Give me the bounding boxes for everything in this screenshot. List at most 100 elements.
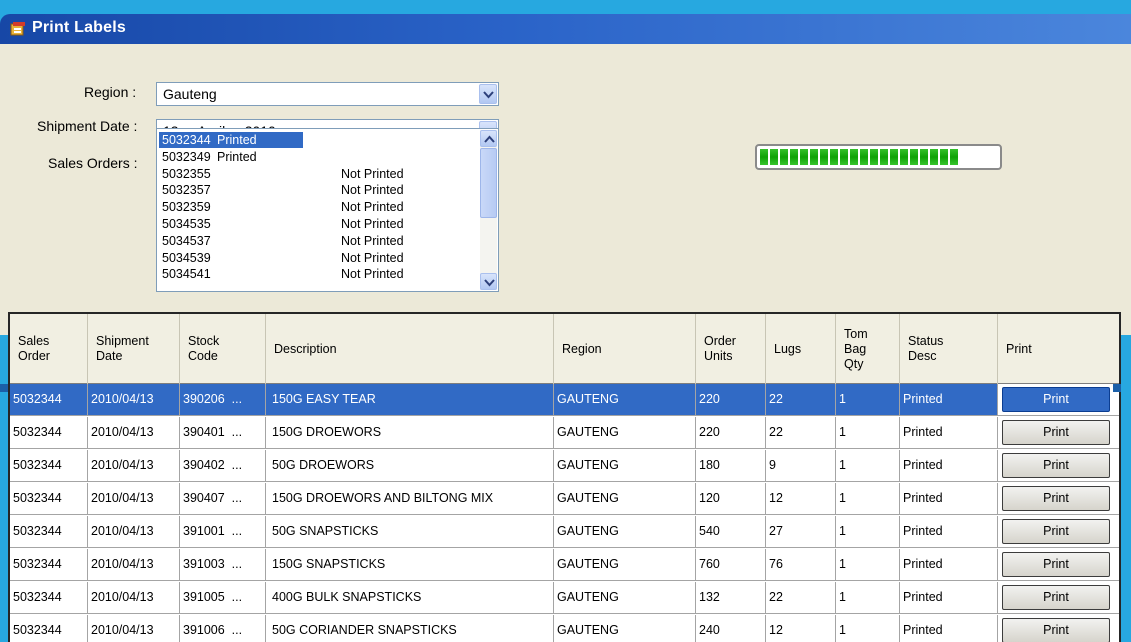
cell-status-desc: Printed bbox=[900, 615, 998, 642]
cell-tom-bag-qty: 1 bbox=[836, 417, 900, 448]
cell-order-units: 220 bbox=[696, 417, 766, 448]
cell-lugs: 76 bbox=[766, 549, 836, 580]
cell-order-units: 120 bbox=[696, 483, 766, 514]
cell-shipment-date: 2010/04/13 bbox=[88, 549, 180, 580]
sales-order-list-item[interactable]: 5032344 Printed bbox=[159, 132, 303, 148]
cell-stock-code: 391006 ... bbox=[180, 615, 266, 642]
cell-stock-code: 390407 ... bbox=[180, 483, 266, 514]
splitter-marker-left bbox=[0, 384, 8, 392]
cell-tom-bag-qty: 1 bbox=[836, 549, 900, 580]
grid-header: Sales Order Shipment Date Stock Code Descri… bbox=[10, 314, 1119, 384]
sales-order-list-item[interactable]: 5034537 Not Printed bbox=[159, 233, 474, 249]
cell-sales-order: 5032344 bbox=[10, 549, 88, 580]
column-header-sales-order[interactable]: Sales Order bbox=[10, 314, 88, 384]
cell-tom-bag-qty: 1 bbox=[836, 582, 900, 613]
region-select[interactable]: Gauteng bbox=[156, 82, 499, 106]
cell-print: Print bbox=[998, 516, 1119, 547]
cell-status-desc: Printed bbox=[900, 549, 998, 580]
cell-description: 150G DROEWORS AND BILTONG MIX bbox=[266, 483, 554, 514]
table-row[interactable]: 5032344 2010/04/13 390401 ... 150G DROEWORS… bbox=[10, 417, 1119, 449]
cell-order-units: 760 bbox=[696, 549, 766, 580]
cell-lugs: 22 bbox=[766, 384, 836, 415]
window-title: Print Labels bbox=[32, 19, 126, 36]
cell-status-desc: Printed bbox=[900, 384, 998, 415]
sales-order-status: Not Printed bbox=[341, 166, 404, 181]
progress-segment bbox=[830, 149, 838, 165]
table-row[interactable]: 5032344 2010/04/13 391005 ... 400G BULK SNA… bbox=[10, 582, 1119, 614]
cell-lugs: 22 bbox=[766, 417, 836, 448]
cell-region: GAUTENG bbox=[554, 384, 696, 415]
table-row[interactable]: 5032344 2010/04/13 390407 ... 150G DROEWORS… bbox=[10, 483, 1119, 515]
cell-print: Print bbox=[998, 450, 1119, 481]
region-dropdown-button[interactable] bbox=[479, 84, 497, 104]
cell-status-desc: Printed bbox=[900, 516, 998, 547]
print-button[interactable]: Print bbox=[1002, 387, 1110, 412]
scroll-up-button[interactable] bbox=[480, 130, 497, 147]
cell-shipment-date: 2010/04/13 bbox=[88, 483, 180, 514]
cell-stock-code: 391005 ... bbox=[180, 582, 266, 613]
sales-order-list-item[interactable]: 5032359 Not Printed bbox=[159, 199, 474, 215]
cell-stock-code: 390401 ... bbox=[180, 417, 266, 448]
cell-region: GAUTENG bbox=[554, 516, 696, 547]
cell-shipment-date: 2010/04/13 bbox=[88, 516, 180, 547]
cell-stock-code: 390402 ... bbox=[180, 450, 266, 481]
listbox-scrollbar[interactable] bbox=[480, 130, 497, 290]
column-header-description[interactable]: Description bbox=[266, 314, 554, 384]
print-button[interactable]: Print bbox=[1002, 618, 1110, 642]
column-header-print[interactable]: Print bbox=[998, 314, 1119, 384]
progress-segment bbox=[820, 149, 828, 165]
table-row[interactable]: 5032344 2010/04/13 390402 ... 50G DROEWORS G… bbox=[10, 450, 1119, 482]
cell-sales-order: 5032344 bbox=[10, 384, 88, 415]
title-bar[interactable]: Print Labels bbox=[0, 14, 1131, 44]
column-header-status-desc[interactable]: Status Desc bbox=[900, 314, 998, 384]
sales-order-list-item[interactable]: 5032349 Printed bbox=[159, 149, 474, 165]
sales-order-number: 5034541 bbox=[162, 267, 211, 282]
cell-order-units: 220 bbox=[696, 384, 766, 415]
print-button[interactable]: Print bbox=[1002, 552, 1110, 577]
column-header-lugs[interactable]: Lugs bbox=[766, 314, 836, 384]
scroll-down-button[interactable] bbox=[480, 273, 497, 290]
progress-segment bbox=[910, 149, 918, 165]
print-button[interactable]: Print bbox=[1002, 585, 1110, 610]
column-header-stock-code[interactable]: Stock Code bbox=[180, 314, 266, 384]
column-header-shipment-date[interactable]: Shipment Date bbox=[88, 314, 180, 384]
print-button[interactable]: Print bbox=[1002, 453, 1110, 478]
progress-segment bbox=[900, 149, 908, 165]
progress-segment bbox=[790, 149, 798, 165]
print-button[interactable]: Print bbox=[1002, 420, 1110, 445]
sales-order-list-item[interactable]: 5034535 Not Printed bbox=[159, 216, 474, 232]
sales-order-list-item[interactable]: 5032357 Not Printed bbox=[159, 182, 474, 198]
cell-status-desc: Printed bbox=[900, 483, 998, 514]
sales-orders-listbox[interactable]: 5032344 Printed 5032349 Printed 5032355 Not P… bbox=[156, 128, 499, 292]
cell-region: GAUTENG bbox=[554, 615, 696, 642]
table-row[interactable]: 5032344 2010/04/13 391001 ... 50G SNAPSTICK… bbox=[10, 516, 1119, 548]
sales-order-list-item[interactable]: 5034541 Not Printed bbox=[159, 266, 474, 282]
sales-order-number: 5032355 bbox=[162, 166, 211, 181]
sales-order-status: Not Printed bbox=[341, 233, 404, 248]
sales-order-number: 5032359 bbox=[162, 200, 211, 215]
splitter-marker-right bbox=[1113, 384, 1121, 392]
sales-order-number: 5034535 bbox=[162, 217, 211, 231]
cell-region: GAUTENG bbox=[554, 483, 696, 514]
table-row[interactable]: 5032344 2010/04/13 391006 ... 50G CORIANDER… bbox=[10, 615, 1119, 642]
sales-order-number: 5032349 bbox=[162, 149, 211, 164]
cell-sales-order: 5032344 bbox=[10, 483, 88, 514]
column-header-order-units[interactable]: Order Units bbox=[696, 314, 766, 384]
column-header-tom-bag-qty[interactable]: Tom Bag Qty bbox=[836, 314, 900, 384]
cell-description: 400G BULK SNAPSTICKS bbox=[266, 582, 554, 613]
sales-order-status: Printed bbox=[217, 133, 257, 147]
cell-print: Print bbox=[998, 483, 1119, 514]
progress-segment bbox=[940, 149, 948, 165]
print-button[interactable]: Print bbox=[1002, 519, 1110, 544]
table-row[interactable]: 5032344 2010/04/13 391003 ... 150G SNAPSTIC… bbox=[10, 549, 1119, 581]
cell-region: GAUTENG bbox=[554, 450, 696, 481]
column-header-region[interactable]: Region bbox=[554, 314, 696, 384]
cell-print: Print bbox=[998, 417, 1119, 448]
sales-order-list-item[interactable]: 5032355 Not Printed bbox=[159, 166, 474, 182]
cell-status-desc: Printed bbox=[900, 450, 998, 481]
scroll-thumb[interactable] bbox=[480, 148, 497, 218]
cell-tom-bag-qty: 1 bbox=[836, 483, 900, 514]
sales-order-list-item[interactable]: 5034539 Not Printed bbox=[159, 250, 474, 266]
table-row[interactable]: 5032344 2010/04/13 390206 ... 150G EASY TEA… bbox=[10, 384, 1119, 416]
print-button[interactable]: Print bbox=[1002, 486, 1110, 511]
